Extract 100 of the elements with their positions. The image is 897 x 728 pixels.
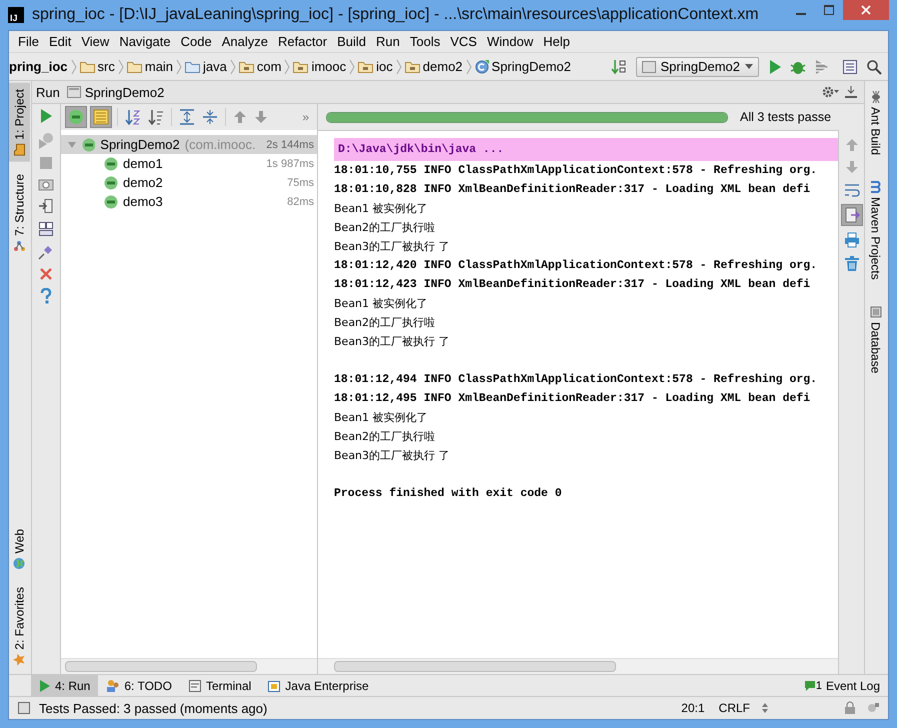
console-line: Bean2的工厂执行啦	[334, 429, 436, 444]
layout-icon[interactable]	[36, 219, 56, 239]
run-icon	[39, 678, 51, 692]
menu-item[interactable]: View	[76, 34, 114, 49]
menu-item[interactable]: Help	[538, 34, 575, 49]
hide-icon[interactable]	[842, 83, 860, 101]
show-ignored-toggle[interactable]	[90, 106, 112, 128]
javaee-icon	[267, 678, 282, 692]
console-line: Bean2的工厂执行啦	[334, 315, 436, 330]
globe-icon	[14, 557, 26, 570]
test-tree-row[interactable]: demo1 1s 987ms	[61, 154, 317, 173]
tool-window-tab[interactable]: 7: Structure	[9, 168, 30, 258]
menu-item[interactable]: Build	[332, 34, 372, 49]
menu-item[interactable]: Run	[371, 34, 405, 49]
run-config-dropdown[interactable]: SpringDemo2	[636, 56, 759, 76]
menu-item[interactable]: Analyze	[216, 34, 273, 49]
breadcrumb[interactable]: demo2	[402, 59, 466, 74]
tool-window-tab[interactable]: Web	[9, 522, 30, 576]
folder-icon	[126, 60, 142, 72]
more-button[interactable]: »	[298, 110, 313, 124]
test-name: demo3	[123, 194, 163, 209]
scrollbar-thumb[interactable]	[65, 661, 257, 672]
breadcrumb[interactable]: src	[76, 59, 118, 74]
collapse-all-icon[interactable]	[200, 107, 220, 127]
test-tree-row[interactable]: SpringDemo2 (com.imooc.i 2s 144ms	[61, 135, 317, 154]
folder-icon	[185, 60, 200, 72]
config-icon	[642, 60, 656, 72]
database-icon	[870, 306, 882, 318]
run-tab[interactable]: SpringDemo2	[64, 84, 168, 100]
package-icon	[404, 60, 420, 72]
package-icon	[358, 60, 374, 72]
minimize-icon	[796, 12, 806, 14]
chevron-icon	[176, 58, 182, 76]
menu-item[interactable]: Refactor	[272, 34, 332, 49]
test-duration: 1s 987ms	[266, 158, 314, 170]
folder-icon	[14, 144, 26, 156]
menu-item[interactable]: File	[13, 34, 44, 49]
lock-icon[interactable]	[842, 699, 858, 717]
star-icon	[14, 654, 26, 666]
test-duration: 75ms	[287, 176, 314, 188]
tool-window-tab[interactable]: 1: Project	[9, 83, 30, 162]
scroll-to-end-toggle[interactable]	[840, 204, 862, 226]
caret-icon	[745, 64, 753, 70]
console-line: 18:01:10,755 INFO ClassPathXmlApplicationContext:578 - Refreshing org.	[334, 164, 818, 177]
expand-arrow-icon[interactable]	[67, 140, 77, 150]
breadcrumb[interactable]: SpringDemo2	[472, 59, 574, 74]
tool-window-tab[interactable]: Java Enterprise	[259, 675, 377, 696]
maximize-icon	[824, 5, 834, 15]
help-icon[interactable]	[38, 286, 54, 306]
console-line: Bean1 被实例化了	[334, 296, 428, 311]
test-tree-row[interactable]: demo3 82ms	[61, 192, 317, 211]
chevron-icon	[284, 58, 290, 76]
menu-item[interactable]: Navigate	[114, 34, 176, 49]
menu-item[interactable]: Tools	[404, 34, 446, 49]
breadcrumb[interactable]: ioc	[355, 59, 396, 74]
tool-window-tab[interactable]: 6: TODO	[98, 675, 180, 696]
test-tree-row[interactable]: demo2 75ms	[61, 173, 317, 192]
line-separator[interactable]: CRLF	[714, 701, 754, 715]
chevron-icon	[349, 58, 356, 76]
console-line: Bean1 被实例化了	[334, 201, 428, 216]
breadcrumb[interactable]: com	[236, 59, 284, 74]
show-passed-toggle[interactable]	[65, 106, 87, 128]
breadcrumb[interactable]: main	[124, 59, 176, 74]
tool-window-tab[interactable]: 2: Favorites	[9, 581, 30, 672]
panel-toggle-icon[interactable]	[15, 699, 33, 717]
tool-window-tab[interactable]: Database	[865, 300, 886, 380]
console-line: Process finished with exit code 0	[334, 487, 562, 500]
test-package: (com.imooc.i	[184, 137, 256, 152]
event-log-tab[interactable]: 1 Event Log	[796, 675, 888, 696]
ant-icon	[870, 91, 882, 103]
sort-by-duration-icon[interactable]	[146, 107, 166, 127]
menu-item[interactable]: Window	[482, 34, 538, 49]
console-line: 18:01:12,494 INFO ClassPathXmlApplicationContext:578 - Refreshing org.	[334, 373, 818, 386]
stop-icon[interactable]	[37, 154, 55, 172]
tool-window-tab[interactable]: Terminal	[180, 675, 260, 696]
scrollbar-thumb[interactable]	[334, 661, 616, 672]
sort-alphabetically-icon[interactable]	[123, 107, 143, 127]
console-line: 18:01:10,828 INFO XmlBeanDefinitionReader:317 - Loading XML bean defi	[334, 183, 810, 196]
test-name: demo1	[123, 156, 163, 171]
cursor-position[interactable]: 20:1	[677, 701, 709, 715]
menu-item[interactable]: VCS	[445, 34, 482, 49]
window-title: spring_ioc - [D:\IJ_javaLeaning\spring_ioc] - [spring_ioc] - ...\src\main\resources\applicationContext.xm	[32, 6, 760, 24]
tool-window-tab[interactable]: 4: Run	[31, 675, 98, 696]
test-duration: 82ms	[287, 196, 314, 208]
menu-item[interactable]: Edit	[44, 34, 76, 49]
chevron-icon	[70, 58, 77, 76]
close-button[interactable]	[843, 0, 889, 20]
test-status: All 3 tests passe	[740, 110, 832, 124]
breadcrumb[interactable]: pring_ioc	[9, 59, 71, 74]
breadcrumb[interactable]: java	[182, 59, 230, 74]
tool-window-tab[interactable]: Maven Projects	[865, 175, 886, 286]
tool-window-tab[interactable]: Ant Build	[865, 85, 886, 162]
console-line: Bean3的工厂被执行 了	[334, 334, 450, 349]
breadcrumb[interactable]: imooc	[290, 59, 350, 74]
menu-item[interactable]: Code	[176, 34, 217, 49]
expand-all-icon[interactable]	[177, 107, 197, 127]
console-line: Bean1 被实例化了	[334, 410, 428, 425]
terminal-icon	[188, 678, 202, 692]
app-logo: IJ	[8, 7, 24, 23]
class-icon	[474, 60, 489, 74]
